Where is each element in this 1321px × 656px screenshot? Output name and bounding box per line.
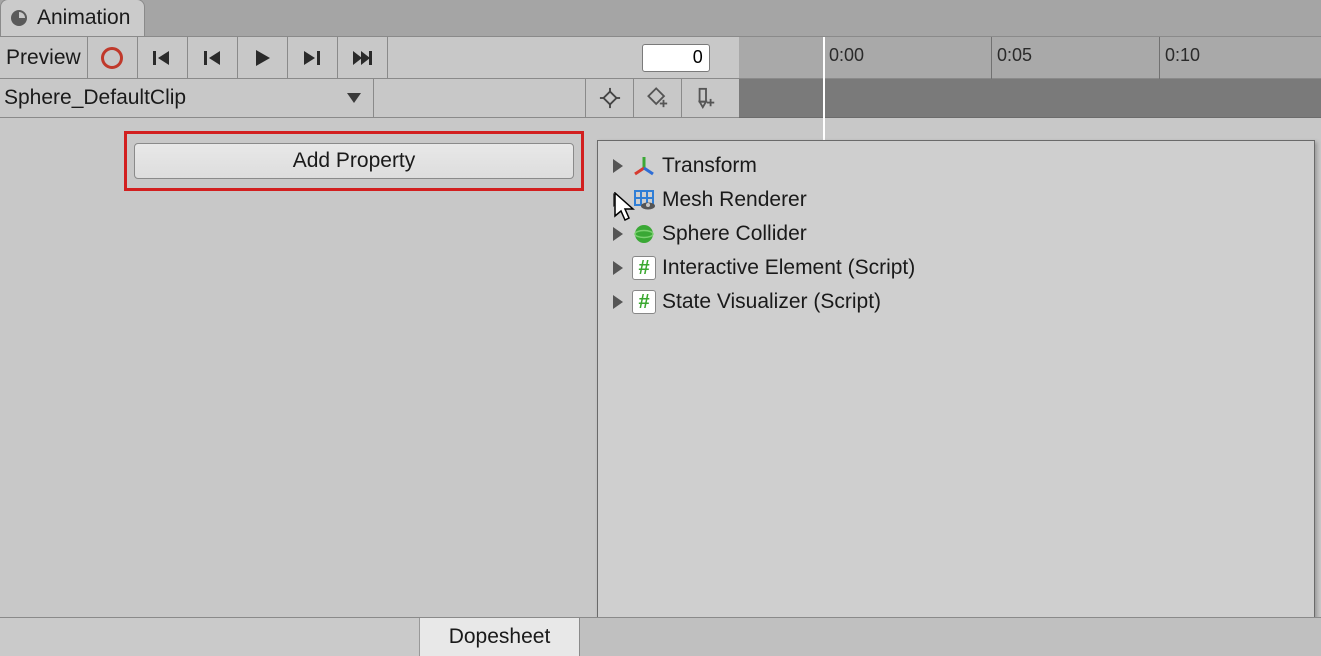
dopesheet-tab[interactable]: Dopesheet bbox=[420, 618, 580, 656]
frame-input[interactable] bbox=[642, 44, 710, 72]
prev-frame-button[interactable] bbox=[188, 37, 238, 78]
popup-item-label: Transform bbox=[662, 154, 757, 178]
add-property-button[interactable]: Add Property bbox=[134, 143, 574, 179]
expand-arrow-icon bbox=[610, 159, 626, 173]
timeline-ruler[interactable]: 0:00 0:05 0:10 bbox=[739, 37, 1321, 79]
time-label-0: 0:00 bbox=[829, 45, 864, 66]
bottom-tabs: Dopesheet bbox=[0, 617, 1321, 656]
clip-dropdown[interactable]: Sphere_DefaultClip bbox=[0, 79, 374, 117]
next-frame-button[interactable] bbox=[288, 37, 338, 78]
filter-selection-button[interactable] bbox=[586, 79, 634, 117]
expand-arrow-icon bbox=[610, 261, 626, 275]
clip-name: Sphere_DefaultClip bbox=[4, 86, 186, 110]
diamond-plus-icon bbox=[647, 87, 669, 109]
first-frame-button[interactable] bbox=[138, 37, 188, 78]
crosshair-icon bbox=[599, 87, 621, 109]
add-keyframe-button[interactable] bbox=[634, 79, 682, 117]
expand-arrow-icon bbox=[610, 227, 626, 241]
popup-item-label: Sphere Collider bbox=[662, 222, 807, 246]
time-label-1: 0:05 bbox=[997, 45, 1032, 66]
time-tick bbox=[991, 37, 992, 79]
property-list-area bbox=[0, 118, 604, 621]
popup-item-spherecollider[interactable]: Sphere Collider bbox=[598, 217, 1314, 251]
expand-arrow-icon bbox=[610, 193, 626, 207]
preview-button[interactable]: Preview bbox=[0, 37, 88, 78]
play-button[interactable] bbox=[238, 37, 288, 78]
event-marker-icon bbox=[695, 87, 717, 109]
expand-arrow-icon bbox=[610, 295, 626, 309]
script-icon: # bbox=[632, 290, 656, 314]
bottom-spacer bbox=[0, 618, 420, 656]
popup-item-interactive-element[interactable]: # Interactive Element (Script) bbox=[598, 251, 1314, 285]
mesh-renderer-icon bbox=[632, 188, 656, 212]
tab-title: Animation bbox=[37, 6, 130, 30]
tab-bar: Animation bbox=[0, 0, 1321, 37]
popup-item-transform[interactable]: Transform bbox=[598, 149, 1314, 183]
next-frame-icon bbox=[300, 46, 324, 70]
property-popup: Transform Mesh Renderer Sphere Collider … bbox=[597, 140, 1315, 642]
record-button[interactable] bbox=[88, 37, 138, 78]
chevron-down-icon bbox=[347, 93, 361, 103]
play-icon bbox=[250, 46, 274, 70]
popup-item-label: Mesh Renderer bbox=[662, 188, 807, 212]
dopesheet-label: Dopesheet bbox=[449, 625, 551, 649]
time-tick bbox=[1159, 37, 1160, 79]
popup-item-state-visualizer[interactable]: # State Visualizer (Script) bbox=[598, 285, 1314, 319]
last-frame-button[interactable] bbox=[338, 37, 388, 78]
popup-item-label: Interactive Element (Script) bbox=[662, 256, 915, 280]
sphere-collider-icon bbox=[632, 222, 656, 246]
prev-frame-icon bbox=[200, 46, 224, 70]
script-icon: # bbox=[632, 256, 656, 280]
animation-tab[interactable]: Animation bbox=[0, 0, 145, 36]
clip-spacer bbox=[374, 79, 586, 117]
preview-label: Preview bbox=[6, 46, 81, 70]
transform-icon bbox=[632, 154, 656, 178]
toolbar-spacer bbox=[388, 37, 642, 78]
timeline-track-row[interactable] bbox=[739, 79, 1321, 118]
add-event-button[interactable] bbox=[682, 79, 730, 117]
time-label-2: 0:10 bbox=[1165, 45, 1200, 66]
popup-item-meshrenderer[interactable]: Mesh Renderer bbox=[598, 183, 1314, 217]
popup-item-label: State Visualizer (Script) bbox=[662, 290, 881, 314]
add-property-label: Add Property bbox=[293, 149, 416, 173]
clock-icon bbox=[9, 8, 29, 28]
highlight-box: Add Property bbox=[124, 131, 584, 191]
record-icon bbox=[101, 47, 123, 69]
first-frame-icon bbox=[150, 46, 174, 70]
last-frame-icon bbox=[350, 46, 374, 70]
